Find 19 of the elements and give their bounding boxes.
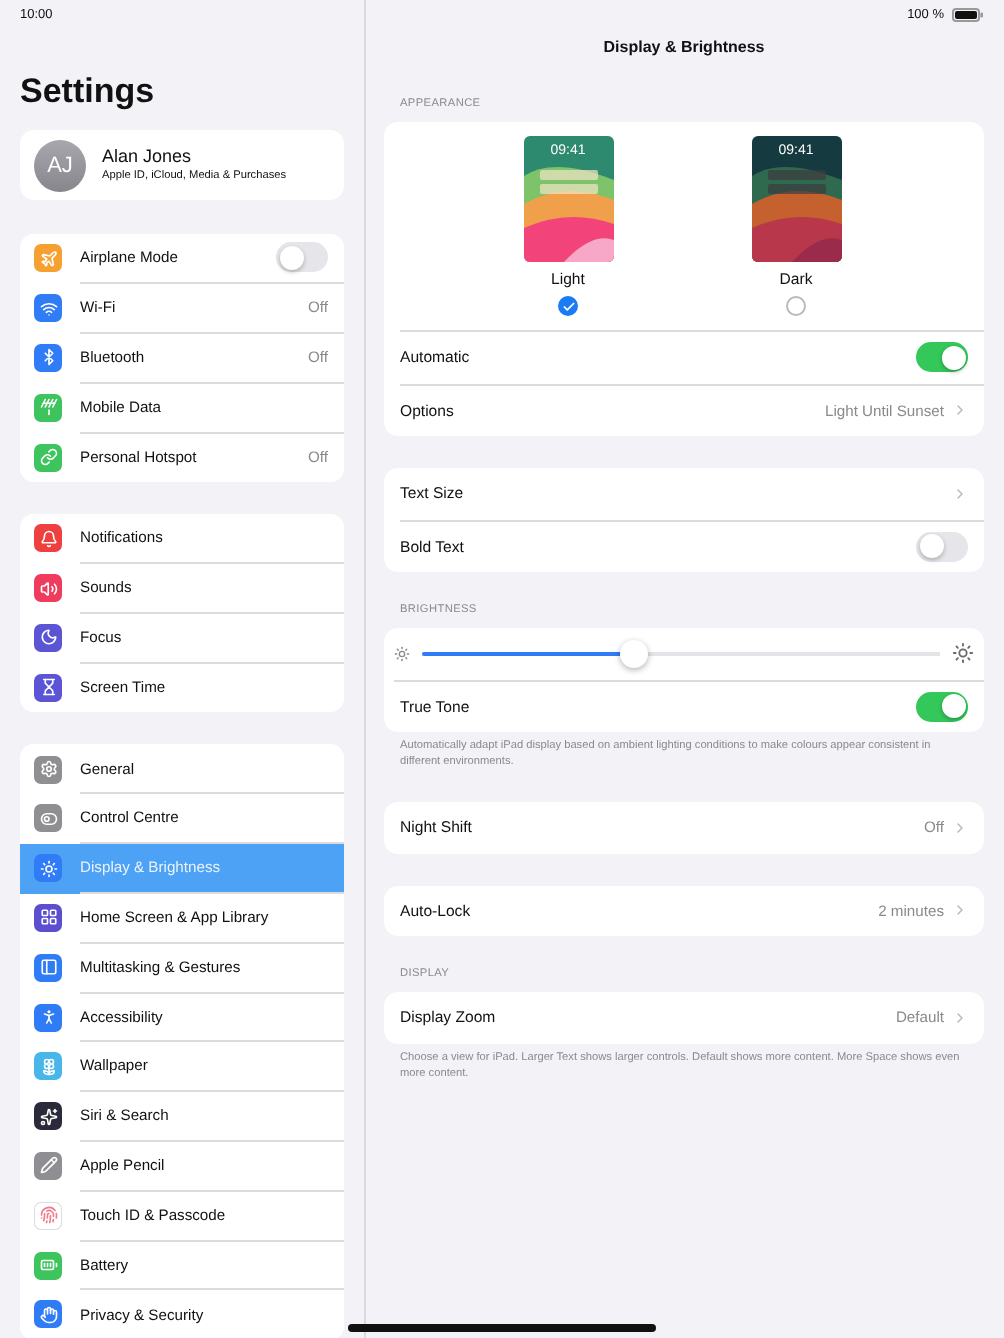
chevron-icon	[952, 1009, 968, 1026]
battery-icon	[952, 7, 984, 21]
toggle-switch[interactable]	[916, 691, 968, 722]
radio-button[interactable]	[558, 296, 578, 316]
slider-thumb[interactable]	[620, 639, 649, 668]
avatar: AJ	[34, 139, 86, 191]
toggle-switch[interactable]	[916, 531, 968, 562]
toggle-switch[interactable]	[916, 342, 968, 373]
radio-button[interactable]	[786, 296, 806, 316]
toggle-switch[interactable]	[276, 242, 328, 273]
sidebar-title: Settings	[20, 72, 155, 112]
profile-name: Alan Jones	[102, 146, 194, 168]
chevron-icon	[952, 902, 968, 919]
chevron-icon	[952, 485, 968, 502]
chevron-icon	[952, 819, 968, 836]
page-title: Display & Brightness	[603, 38, 765, 58]
sun-icon	[952, 642, 974, 665]
sun-icon	[394, 645, 410, 662]
chevron-icon	[952, 402, 968, 419]
